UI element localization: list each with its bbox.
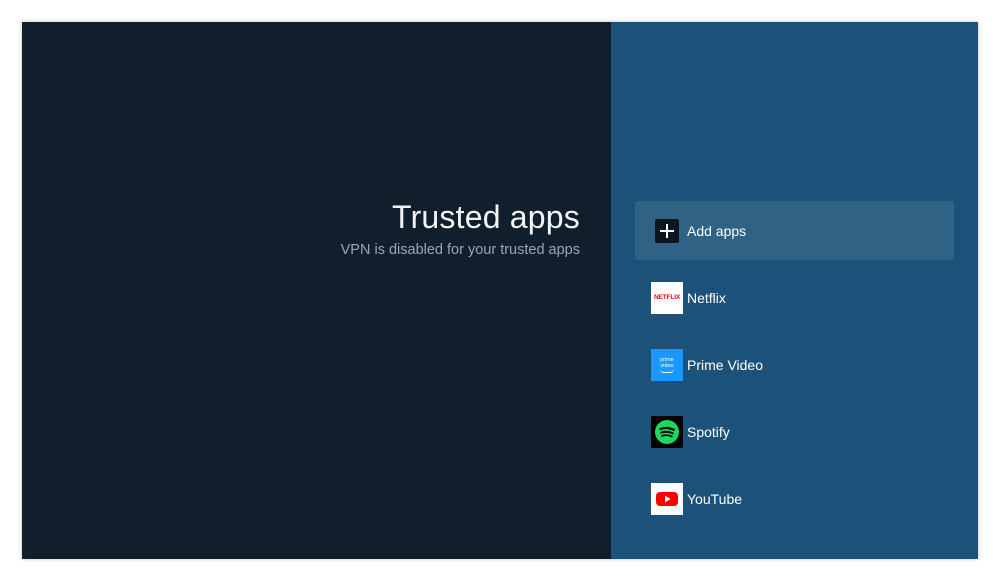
app-item-prime-video[interactable]: prime video Prime Video: [635, 335, 954, 394]
app-item-spotify[interactable]: Spotify: [635, 402, 954, 461]
add-apps-label: Add apps: [687, 222, 747, 239]
prime-smile-mark: [660, 369, 674, 373]
prime-video-icon: prime video: [651, 348, 683, 381]
add-apps-button[interactable]: Add apps: [635, 201, 954, 260]
spotify-label: Spotify: [687, 423, 730, 440]
add-icon: [655, 218, 679, 243]
prime-logo-text-bottom: video: [660, 362, 674, 369]
app-list: Add apps NETFLIX Netflix prime video Pri…: [635, 201, 954, 536]
youtube-logo: [656, 491, 678, 506]
app-item-netflix[interactable]: NETFLIX Netflix: [635, 268, 954, 327]
spotify-logo: [655, 419, 679, 444]
youtube-icon: [651, 482, 683, 515]
netflix-logo-text: NETFLIX: [653, 294, 681, 301]
youtube-label: YouTube: [687, 490, 743, 507]
page-header: Trusted apps VPN is disabled for your tr…: [341, 198, 580, 258]
netflix-icon: NETFLIX: [651, 281, 683, 314]
page-subtitle: VPN is disabled for your trusted apps: [340, 242, 580, 258]
spotify-icon: [651, 415, 683, 448]
app-item-youtube[interactable]: YouTube: [635, 469, 954, 528]
netflix-label: Netflix: [687, 289, 726, 306]
app-window: Trusted apps VPN is disabled for your tr…: [22, 22, 978, 559]
page-title: Trusted apps: [392, 199, 580, 235]
prime-video-label: Prime Video: [687, 356, 764, 373]
right-panel: Add apps NETFLIX Netflix prime video Pri…: [611, 22, 978, 559]
left-panel: Trusted apps VPN is disabled for your tr…: [22, 22, 611, 559]
